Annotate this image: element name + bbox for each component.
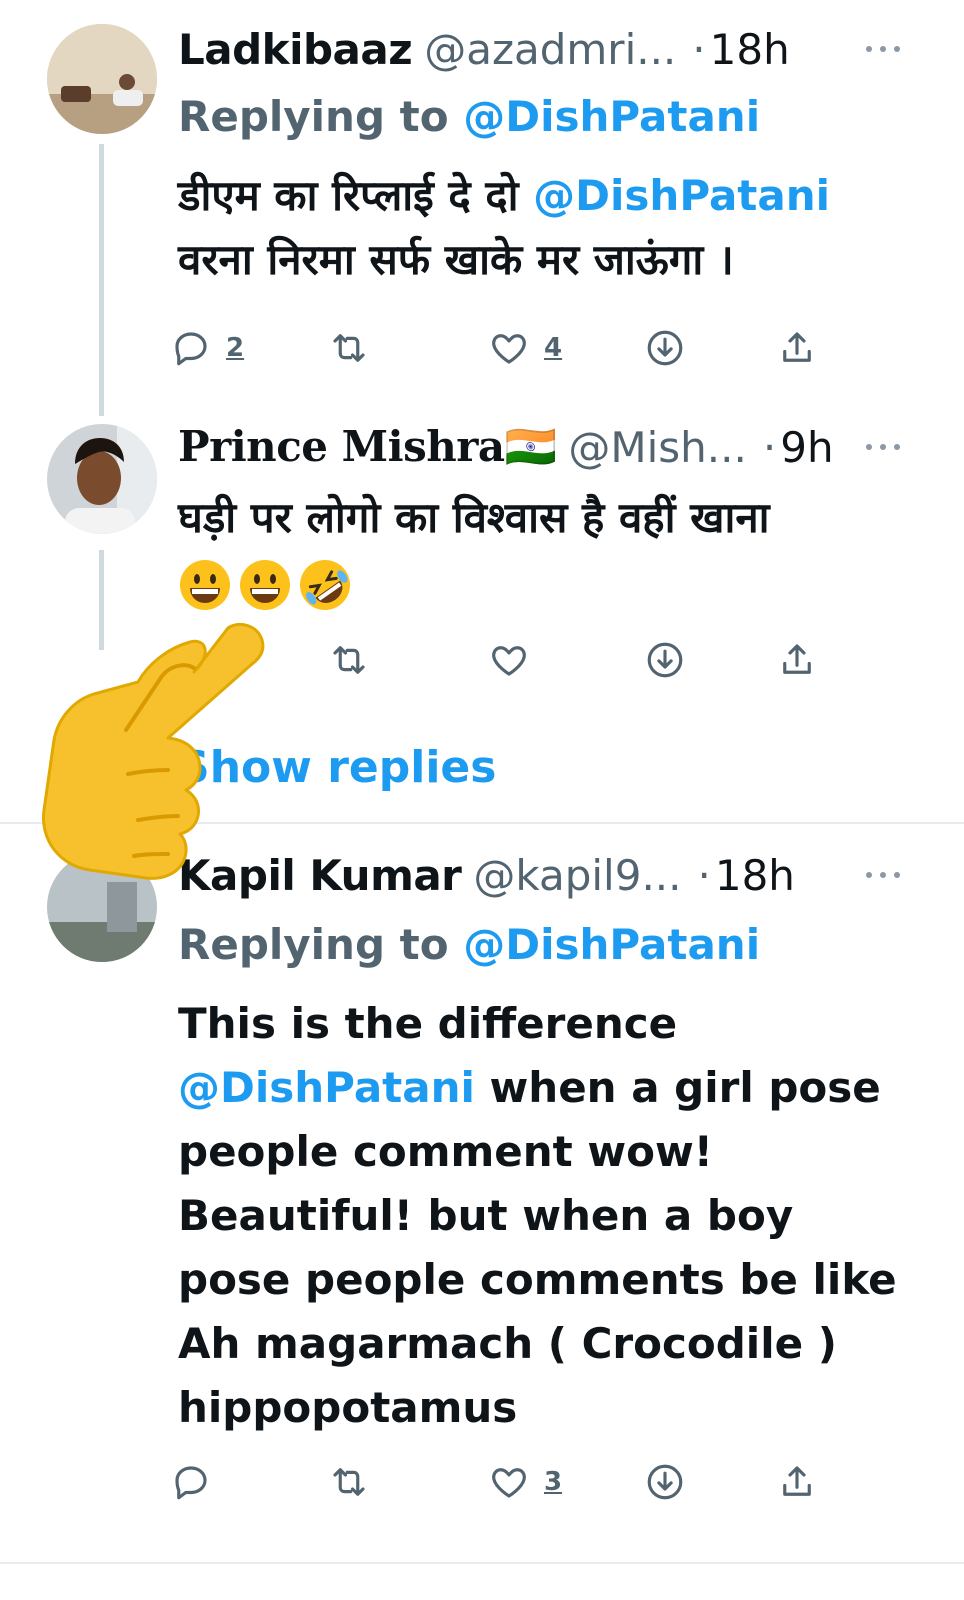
share-button[interactable] <box>776 318 818 378</box>
like-count: 4 <box>544 333 563 363</box>
retweet-icon <box>333 646 365 674</box>
reply-count: 2 <box>226 333 245 363</box>
like-count: 3 <box>544 1467 563 1497</box>
display-name[interactable]: Ladkibaaz <box>178 25 413 74</box>
download-icon <box>647 1464 683 1500</box>
avatar-photo <box>47 24 157 134</box>
share-button[interactable] <box>776 630 818 690</box>
tweet-text-line: वरना निरमा सर्फ खाके मर जाऊंगा । <box>178 235 734 284</box>
timestamp[interactable]: 18h <box>710 25 790 74</box>
like-button[interactable]: 4 <box>488 318 562 378</box>
download-icon <box>647 642 683 678</box>
download-icon <box>647 330 683 366</box>
thread-line <box>99 144 104 416</box>
avatar[interactable] <box>47 424 157 534</box>
user-handle[interactable]: @Mish... <box>568 423 746 472</box>
like-button[interactable] <box>488 630 530 690</box>
tweet-text-line: डीएम का रिप्लाई दे दो <box>178 171 519 220</box>
reply-button[interactable]: 2 <box>170 318 244 378</box>
tweet-text-line: Beautiful! but when a boy <box>178 1191 794 1240</box>
tweet-actions: 3 <box>170 1452 850 1512</box>
timestamp[interactable]: 18h <box>715 851 795 900</box>
retweet-button[interactable] <box>328 318 370 378</box>
download-button[interactable] <box>644 630 686 690</box>
tweet-text-line: Ah magarmach ( Crocodile ) <box>178 1319 837 1368</box>
avatar[interactable] <box>47 24 157 134</box>
tweet-text: घड़ी पर लोगो का विश्वास है वहीं खाना <box>178 486 924 550</box>
replying-to: Replying to @DishPatani <box>178 92 760 141</box>
retweet-button[interactable] <box>328 1452 370 1512</box>
mention-link[interactable]: @DishPatani <box>463 92 760 141</box>
more-icon[interactable] <box>866 432 900 462</box>
tweet-text-line: when a girl pose <box>489 1063 881 1112</box>
display-name[interactable]: Prince Mishra🇮🇳 <box>178 422 557 472</box>
tweet-header: Kapil Kumar @kapil9... · 18h <box>178 850 904 900</box>
like-icon <box>492 334 526 364</box>
tweet-text-line: This is the difference <box>178 999 678 1048</box>
user-handle[interactable]: @azadmri... <box>424 25 676 74</box>
tweet-header: Prince Mishra🇮🇳 @Mish... · 9h <box>178 422 904 472</box>
reply-button[interactable] <box>170 1452 212 1512</box>
download-button[interactable] <box>644 318 686 378</box>
mention-link[interactable]: @DishPatani <box>463 920 760 969</box>
tweet-text: This is the difference @DishPatani when … <box>178 992 924 1440</box>
download-button[interactable] <box>644 1452 686 1512</box>
share-icon <box>783 644 811 674</box>
tweet-text-line: घड़ी पर लोगो का विश्वास है वहीं खाना <box>178 493 770 542</box>
more-icon[interactable] <box>866 34 900 64</box>
tweet-header: Ladkibaaz @azadmri... · 18h <box>178 24 904 74</box>
pointing-hand-emoji <box>42 623 265 880</box>
like-icon <box>492 1468 526 1498</box>
grinning-face-emoji <box>240 560 290 610</box>
dot-separator: · <box>692 24 706 74</box>
share-icon <box>783 332 811 362</box>
dot-separator: · <box>762 422 777 472</box>
tweet-text-line: hippopotamus <box>178 1383 518 1432</box>
retweet-icon <box>333 334 365 362</box>
tweet-text-line: pose people comments be like <box>178 1255 897 1304</box>
retweet-icon <box>333 1468 365 1496</box>
mention-link[interactable]: @DishPatani <box>533 171 830 220</box>
mention-link[interactable]: @DishPatani <box>178 1063 475 1112</box>
rolling-on-floor-laughing-emoji <box>300 560 350 610</box>
tweet-actions: 2 4 <box>170 318 850 378</box>
emoji-row <box>178 558 352 618</box>
share-icon <box>783 1466 811 1496</box>
reply-icon <box>175 332 207 366</box>
replying-prefix: Replying to <box>178 92 449 141</box>
tweet-ladkibaaz[interactable]: Ladkibaaz @azadmri... · 18h Replying to … <box>0 0 964 420</box>
user-handle[interactable]: @kapil9... <box>473 851 681 900</box>
grinning-face-emoji <box>180 560 230 610</box>
like-button[interactable]: 3 <box>488 1452 562 1512</box>
share-button[interactable] <box>776 1452 818 1512</box>
dot-separator: · <box>697 850 711 900</box>
timestamp[interactable]: 9h <box>780 423 833 472</box>
tweet-text-line: people comment wow! <box>178 1127 713 1176</box>
more-icon[interactable] <box>866 860 900 890</box>
reply-icon <box>175 1466 207 1500</box>
avatar-photo <box>47 424 157 534</box>
retweet-button[interactable] <box>328 630 370 690</box>
divider <box>0 1562 964 1564</box>
tweet-text: डीएम का रिप्लाई दे दो @DishPatani वरना न… <box>178 164 924 292</box>
like-icon <box>492 646 526 676</box>
